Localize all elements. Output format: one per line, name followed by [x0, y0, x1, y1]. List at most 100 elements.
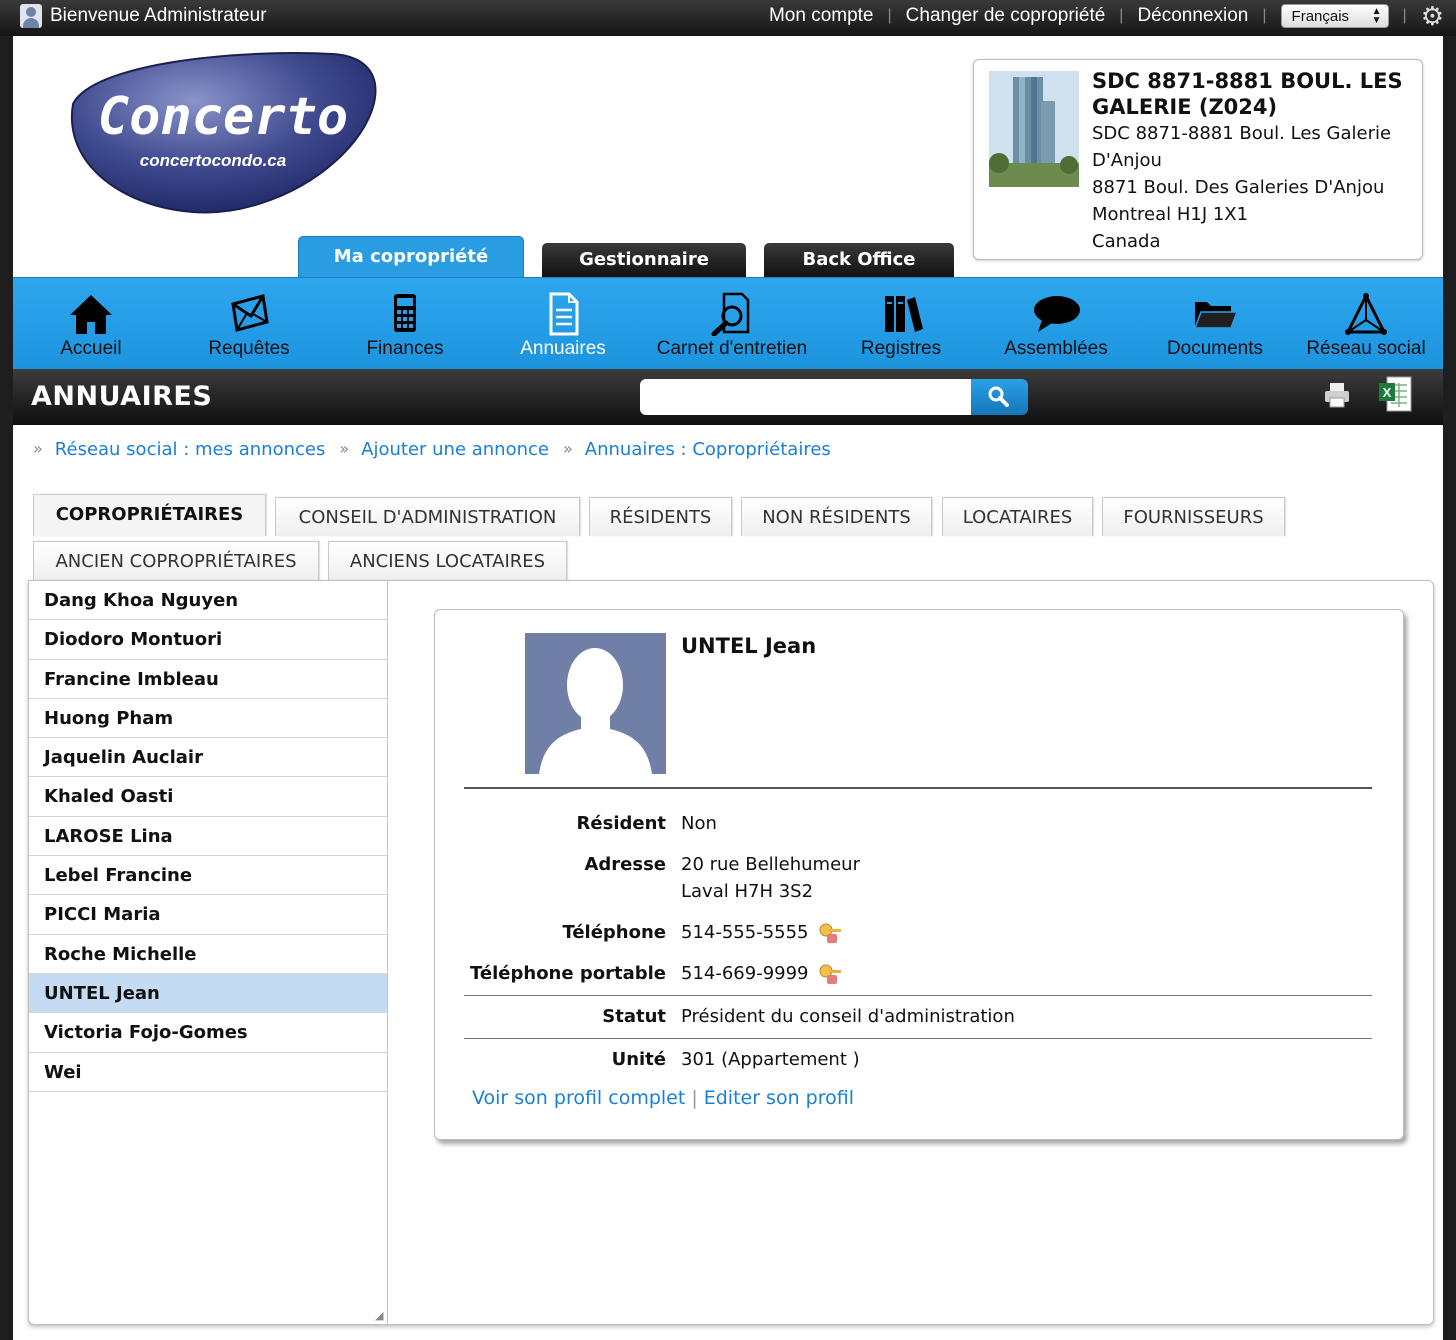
nav-requetes[interactable]: Requêtes — [197, 278, 301, 370]
content: » Réseau social : mes annonces » Ajouter… — [13, 425, 1443, 1340]
nav-label: Accueil — [60, 338, 122, 359]
list-item[interactable]: Diodoro Montuori — [29, 620, 387, 660]
nav-documents[interactable]: Documents — [1161, 278, 1269, 370]
list-item[interactable]: Francine Imbleau — [29, 660, 387, 699]
list-item[interactable]: Jaquelin Auclair — [29, 738, 387, 778]
building-line: Canada — [1092, 231, 1161, 252]
building-line: 8871 Boul. Des Galeries D'Anjou — [1092, 177, 1385, 198]
svg-text:X: X — [1383, 385, 1392, 400]
tab-anciens-locataires[interactable]: ANCIENS LOCATAIRES — [328, 541, 567, 580]
list-item[interactable]: Khaled Oasti — [29, 777, 387, 817]
building-info: SDC 8871-8881 BOUL. LES GALERIE (Z024) S… — [1092, 68, 1417, 255]
logout-link[interactable]: Déconnexion — [1137, 5, 1248, 27]
select-arrows-icon: ▲ ▼ — [1371, 6, 1382, 26]
field-value: 301 (Appartement ) — [681, 1049, 860, 1070]
breadcrumb-link[interactable]: Annuaires : Copropriétaires — [585, 439, 831, 460]
separator: | — [1262, 7, 1267, 24]
field-label: Statut — [602, 1006, 666, 1027]
list-item[interactable]: LAROSE Lina — [29, 817, 387, 857]
tab-non-residents[interactable]: NON RÉSIDENTS — [741, 497, 932, 536]
key-lock-icon — [819, 964, 841, 984]
breadcrumb-link[interactable]: Ajouter une annonce — [361, 439, 549, 460]
list-item[interactable]: Victoria Fojo-Gomes — [29, 1013, 387, 1053]
nav-assemblees[interactable]: Assemblées — [998, 278, 1114, 370]
nav-reseau-social[interactable]: Réseau social — [1301, 278, 1431, 370]
separator: | — [887, 7, 892, 24]
nav-label: Finances — [366, 338, 444, 359]
icon-navigation: Accueil Requêtes Finances Annuaires Carn… — [13, 277, 1443, 369]
field-value: 20 rue Bellehumeur Laval H7H 3S2 — [681, 851, 860, 905]
view-full-profile-link[interactable]: Voir son profil complet — [472, 1087, 685, 1109]
books-icon — [885, 296, 923, 332]
separator: | — [1402, 7, 1407, 24]
list-item[interactable]: PICCI Maria — [29, 895, 387, 935]
name-list[interactable]: Dang Khoa Nguyen Diodoro Montuori Franci… — [29, 581, 388, 1324]
avatar — [525, 633, 666, 774]
folder-icon — [1193, 302, 1239, 329]
gear-icon[interactable]: ⚙ — [1421, 3, 1444, 29]
nav-label: Annuaires — [520, 338, 606, 359]
phone-value: 514-555-5555 — [681, 922, 809, 943]
list-item[interactable]: Lebel Francine — [29, 856, 387, 896]
profile-card: UNTEL Jean Résident Non Adresse 20 rue B… — [434, 609, 1404, 1140]
directory-panel: Dang Khoa Nguyen Diodoro Montuori Franci… — [28, 580, 1434, 1325]
language-select[interactable]: Français ▲ ▼ — [1280, 4, 1389, 28]
network-icon — [1345, 292, 1387, 335]
chevron-icon: » — [339, 439, 350, 458]
tab-gestionnaire[interactable]: Gestionnaire — [542, 243, 746, 277]
tab-conseil-administration[interactable]: CONSEIL D'ADMINISTRATION — [275, 497, 580, 536]
breadcrumb-link[interactable]: Réseau social : mes annonces — [55, 439, 326, 460]
mobile-value: 514-669-9999 — [681, 963, 809, 984]
my-account-link[interactable]: Mon compte — [769, 5, 874, 27]
field-label: Téléphone — [562, 922, 666, 943]
tab-ancien-coproprietaires[interactable]: ANCIEN COPROPRIÉTAIRES — [33, 541, 319, 580]
nav-carnet-entretien[interactable]: Carnet d'entretien — [649, 278, 815, 370]
tab-ma-copropriete[interactable]: Ma copropriété — [298, 236, 524, 277]
nav-label: Réseau social — [1306, 338, 1426, 359]
nav-accueil[interactable]: Accueil — [43, 278, 139, 370]
calculator-icon — [394, 294, 416, 332]
search-button[interactable] — [971, 379, 1028, 415]
profile-links: Voir son profil complet | Editer son profi… — [472, 1087, 854, 1109]
field-value: 514-669-9999 — [681, 960, 843, 987]
nav-annuaires[interactable]: Annuaires — [513, 278, 613, 370]
list-item[interactable]: Dang Khoa Nguyen — [29, 581, 387, 621]
field-value: Non — [681, 813, 717, 834]
tab-residents[interactable]: RÉSIDENTS — [589, 497, 732, 536]
document-icon — [549, 292, 579, 336]
change-condo-link[interactable]: Changer de copropriété — [906, 5, 1106, 27]
tab-fournisseurs[interactable]: FOURNISSEURS — [1102, 497, 1285, 536]
list-item-selected[interactable]: UNTEL Jean — [29, 973, 387, 1014]
search-input[interactable] — [640, 379, 971, 415]
divider — [464, 787, 1372, 789]
home-icon — [70, 295, 112, 334]
resize-grip-icon[interactable]: ◢ — [375, 1309, 383, 1322]
edit-profile-link[interactable]: Editer son profil — [704, 1087, 854, 1109]
user-icon — [20, 4, 42, 28]
breadcrumb: » Réseau social : mes annonces » Ajouter… — [33, 439, 845, 460]
magnifier-icon — [711, 292, 750, 336]
concerto-logo[interactable]: Concerto concertocondo.ca — [53, 44, 383, 214]
list-item[interactable]: Wei — [29, 1053, 387, 1092]
header: Concerto concertocondo.ca SDC 8871-8881 … — [13, 36, 1443, 277]
list-item[interactable]: Huong Pham — [29, 699, 387, 739]
logo-site: concertocondo.ca — [140, 151, 286, 170]
building-line: Montreal H1J 1X1 — [1092, 204, 1249, 225]
print-icon[interactable] — [1323, 381, 1351, 409]
excel-icon[interactable]: X — [1377, 375, 1413, 413]
tab-locataires[interactable]: LOCATAIRES — [942, 497, 1093, 536]
top-links: Mon compte | Changer de copropriété | Dé… — [769, 3, 1444, 29]
field-label: Résident — [576, 813, 666, 834]
address-line: 20 rue Bellehumeur — [681, 854, 860, 875]
nav-finances[interactable]: Finances — [357, 278, 453, 370]
envelope-icon — [231, 294, 269, 332]
field-value: Président du conseil d'administration — [681, 1006, 1015, 1027]
nav-label: Documents — [1166, 338, 1264, 359]
field-label: Adresse — [584, 854, 666, 875]
nav-label: Assemblées — [1004, 338, 1108, 359]
separator: | — [691, 1087, 698, 1109]
tab-coproprietaires[interactable]: COPROPRIÉTAIRES — [33, 494, 266, 536]
list-item[interactable]: Roche Michelle — [29, 935, 387, 974]
nav-registres[interactable]: Registres — [853, 278, 949, 370]
tab-back-office[interactable]: Back Office — [764, 243, 954, 277]
